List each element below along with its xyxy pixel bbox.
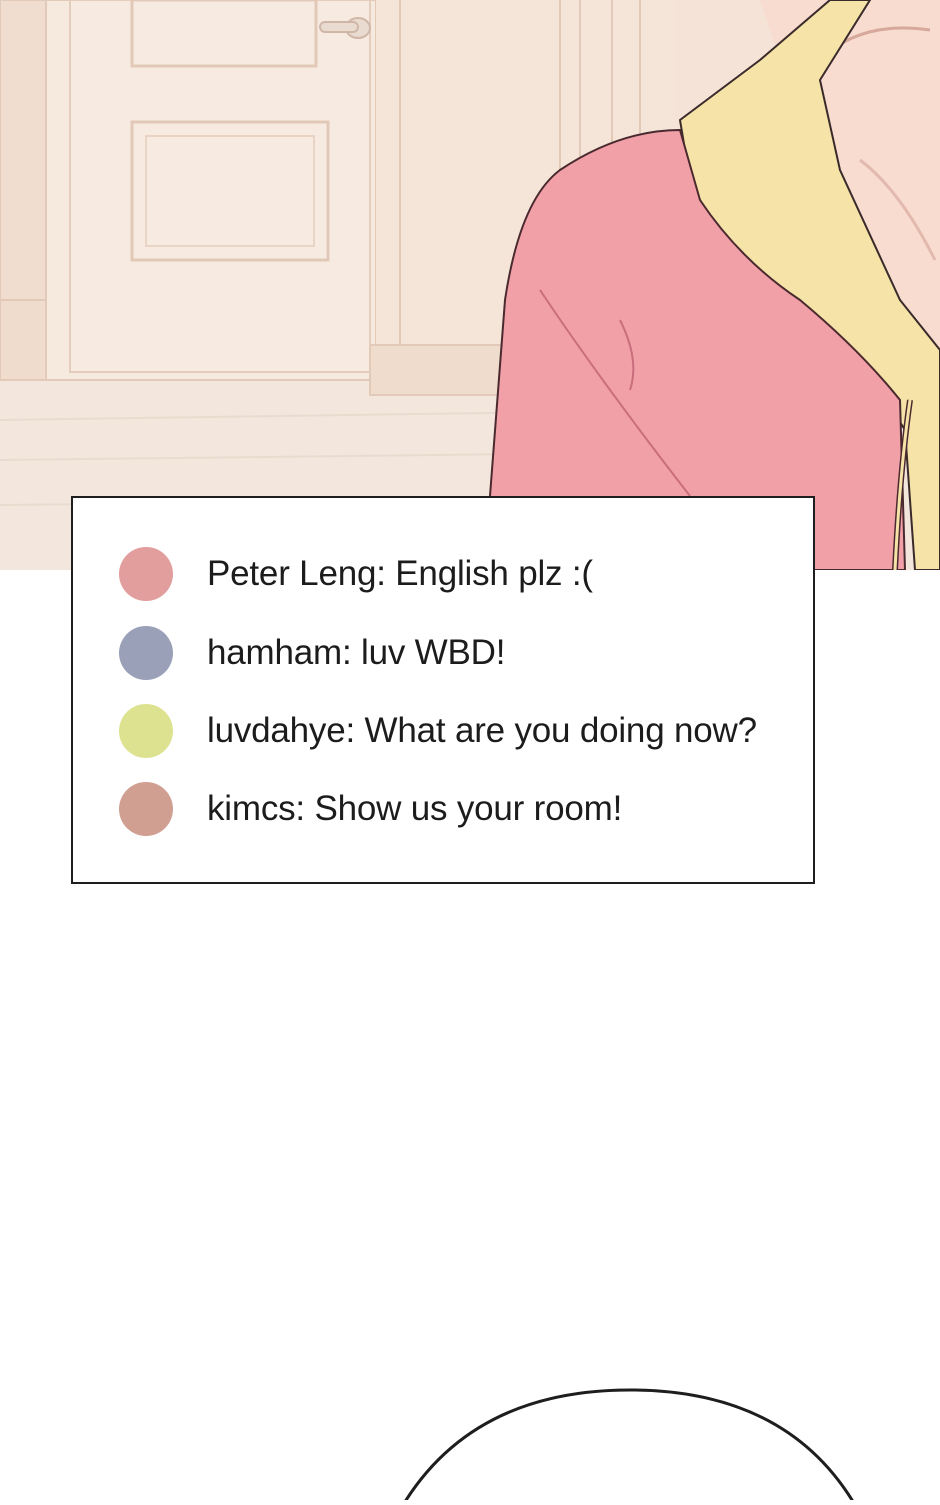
room-illustration <box>0 0 940 570</box>
user-avatar-dot <box>119 782 173 836</box>
speech-bubble-outline <box>0 1380 940 1505</box>
user-avatar-dot <box>119 547 173 601</box>
chat-message-text: hamham: luv WBD! <box>207 633 506 672</box>
chat-message-text: kimcs: Show us your room! <box>207 789 623 828</box>
chat-message-text: luvdahye: What are you doing now? <box>207 711 757 750</box>
chat-message-2: hamham: luv WBD! <box>119 625 505 681</box>
chat-message-text: Peter Leng: English plz :( <box>207 554 593 593</box>
chat-message-4: kimcs: Show us your room! <box>119 781 622 837</box>
user-avatar-dot <box>119 626 173 680</box>
user-avatar-dot <box>119 704 173 758</box>
chat-message-1: Peter Leng: English plz :( <box>119 546 593 602</box>
chat-message-3: luvdahye: What are you doing now? <box>119 703 757 759</box>
chat-panel: Peter Leng: English plz :( hamham: luv W… <box>71 496 815 884</box>
